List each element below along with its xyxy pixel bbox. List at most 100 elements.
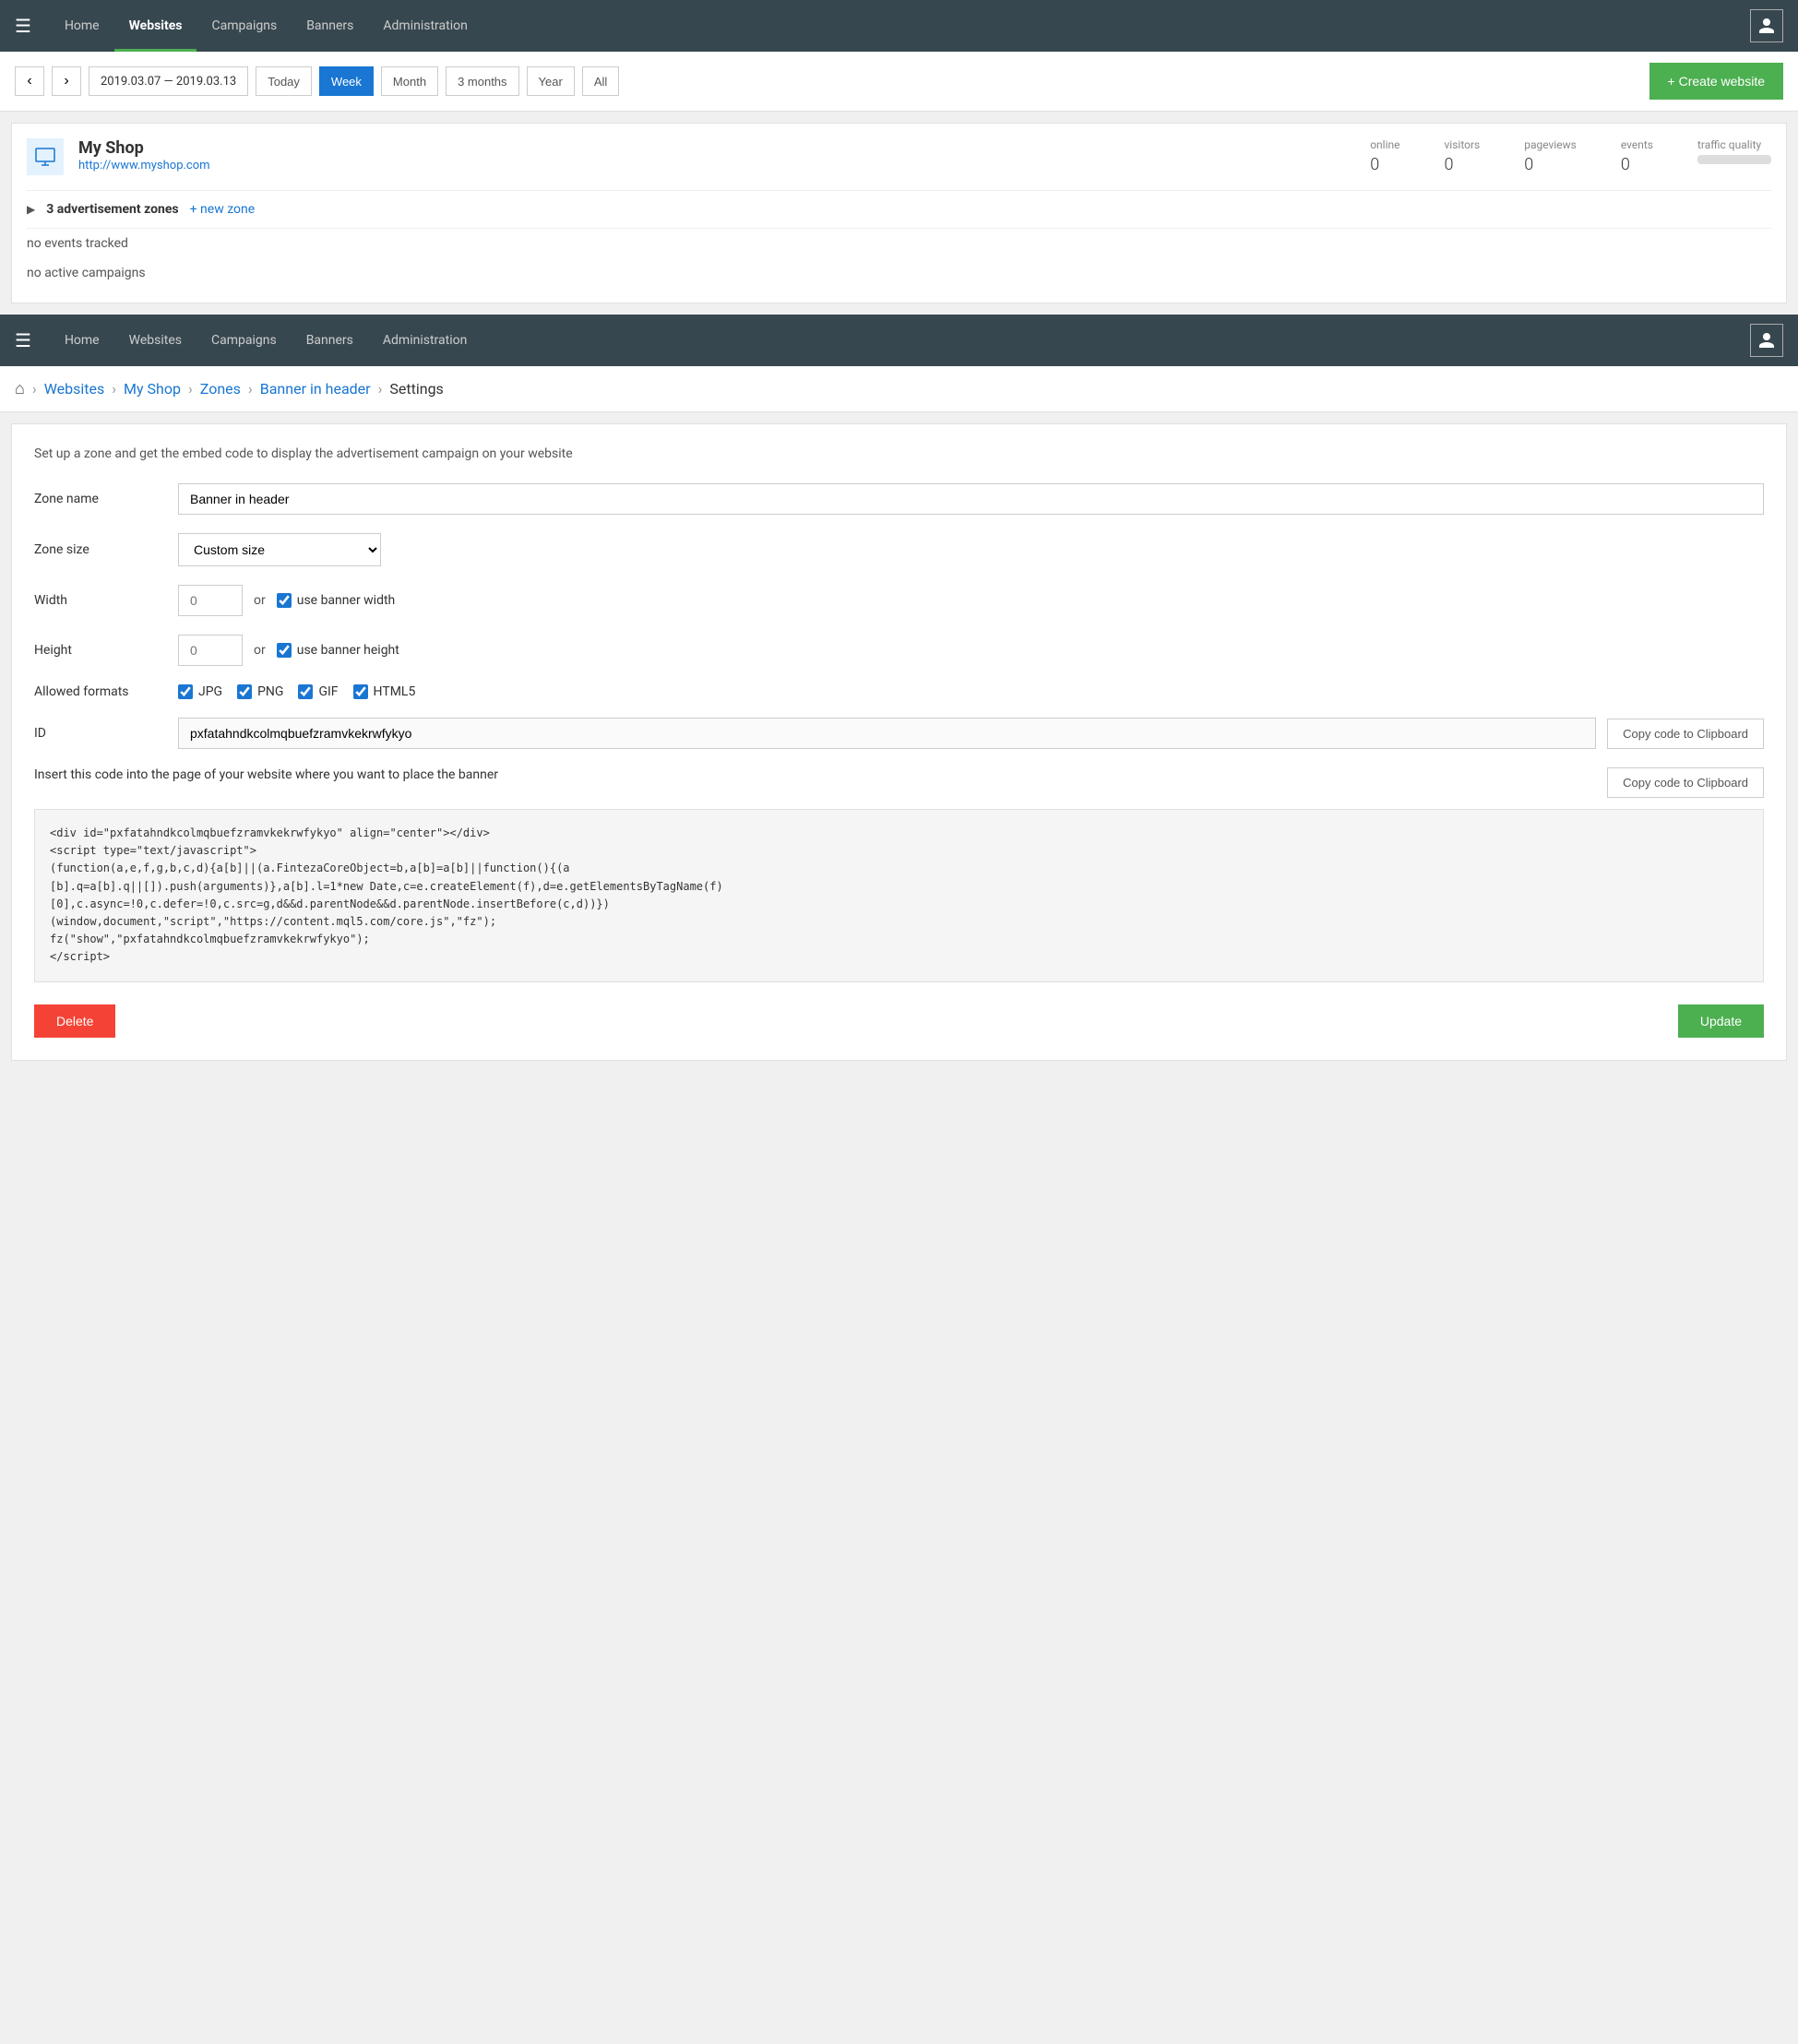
website-icon (27, 138, 64, 175)
nav-links-2: Home Websites Campaigns Banners Administ… (50, 315, 1750, 366)
nav-banners-1[interactable]: Banners (292, 0, 368, 52)
format-jpg-checkbox[interactable] (178, 684, 193, 699)
website-panel: My Shop http://www.myshop.com online 0 v… (11, 123, 1787, 303)
height-input[interactable] (178, 635, 243, 666)
website-name: My Shop (78, 138, 1304, 158)
zone-size-select[interactable]: Custom size Standard size (178, 533, 381, 566)
use-banner-width-checkbox[interactable] (277, 593, 292, 608)
width-or: or (254, 593, 266, 608)
no-events-row: no events tracked (27, 229, 1771, 258)
format-gif: GIF (298, 684, 338, 699)
sep-2: › (112, 380, 116, 398)
zone-name-label: Zone name (34, 492, 163, 506)
stat-traffic-label: traffic quality (1697, 138, 1771, 151)
height-row: Height or use banner height (34, 635, 1764, 666)
form-description: Set up a zone and get the embed code to … (34, 446, 1764, 461)
nav-administration-2[interactable]: Administration (368, 315, 482, 366)
use-banner-width-label: use banner width (277, 593, 396, 608)
delete-button[interactable]: Delete (34, 1004, 115, 1038)
id-input[interactable] (178, 718, 1596, 749)
stat-online: online 0 (1370, 138, 1399, 174)
all-button[interactable]: All (582, 66, 619, 96)
website-row: My Shop http://www.myshop.com online 0 v… (27, 138, 1771, 191)
website-url[interactable]: http://www.myshop.com (78, 159, 210, 172)
year-button[interactable]: Year (527, 66, 575, 96)
nav-administration-1[interactable]: Administration (368, 0, 482, 52)
nav-banners-2[interactable]: Banners (292, 315, 368, 366)
profile-icon-2[interactable] (1750, 324, 1783, 357)
stat-events: events 0 (1621, 138, 1653, 174)
zone-size-label: Zone size (34, 542, 163, 557)
breadcrumb-websites[interactable]: Websites (44, 380, 105, 398)
expand-icon[interactable]: ▶ (27, 203, 35, 216)
create-website-button[interactable]: + Create website (1649, 63, 1783, 100)
nav-campaigns-1[interactable]: Campaigns (196, 0, 292, 52)
copy-embed-button[interactable]: Copy code to Clipboard (1607, 767, 1764, 798)
stat-events-label: events (1621, 138, 1653, 151)
navbar-2: ☰ Home Websites Campaigns Banners Admini… (0, 315, 1798, 366)
zones-label: 3 advertisement zones (46, 202, 178, 217)
code-block: <div id="pxfatahndkcolmqbuefzramvkekrwfy… (34, 809, 1764, 982)
format-gif-text: GIF (318, 684, 338, 699)
width-input[interactable] (178, 585, 243, 616)
breadcrumb: ⌂ › Websites › My Shop › Zones › Banner … (0, 366, 1798, 412)
new-zone-link[interactable]: + new zone (190, 202, 256, 217)
nav-home-1[interactable]: Home (50, 0, 114, 52)
format-gif-checkbox[interactable] (298, 684, 313, 699)
stat-events-value: 0 (1621, 155, 1653, 174)
nav-home-2[interactable]: Home (50, 315, 114, 366)
format-png-checkbox[interactable] (237, 684, 252, 699)
week-button[interactable]: Week (319, 66, 374, 96)
date-range: 2019.03.07 — 2019.03.13 (89, 66, 248, 96)
month-button[interactable]: Month (381, 66, 438, 96)
width-size-row: or use banner width (178, 585, 395, 616)
menu-icon-2[interactable]: ☰ (15, 329, 31, 351)
breadcrumb-zones[interactable]: Zones (200, 380, 241, 398)
stat-visitors-label: visitors (1444, 138, 1480, 151)
width-row: Width or use banner width (34, 585, 1764, 616)
use-banner-height-text: use banner height (297, 643, 399, 658)
format-html5: HTML5 (353, 684, 416, 699)
id-label: ID (34, 726, 163, 741)
ad-zones-row: ▶ 3 advertisement zones + new zone (27, 191, 1771, 229)
stat-visitors-value: 0 (1444, 155, 1480, 174)
next-button[interactable]: › (52, 66, 81, 96)
breadcrumb-banner[interactable]: Banner in header (260, 380, 371, 398)
format-html5-checkbox[interactable] (353, 684, 368, 699)
height-size-row: or use banner height (178, 635, 399, 666)
breadcrumb-current: Settings (389, 380, 443, 398)
copy-id-button[interactable]: Copy code to Clipboard (1607, 719, 1764, 749)
profile-icon-1[interactable] (1750, 9, 1783, 42)
nav-campaigns-2[interactable]: Campaigns (196, 315, 292, 366)
embed-desc-row: Insert this code into the page of your w… (34, 767, 1764, 798)
stat-visitors: visitors 0 (1444, 138, 1480, 174)
sep-4: › (248, 380, 253, 398)
home-icon[interactable]: ⌂ (15, 379, 25, 398)
format-jpg: JPG (178, 684, 222, 699)
nav-links-1: Home Websites Campaigns Banners Administ… (50, 0, 1750, 52)
nav-websites-1[interactable]: Websites (114, 0, 197, 52)
nav-websites-2[interactable]: Websites (114, 315, 196, 366)
months-button[interactable]: 3 months (446, 66, 518, 96)
sep-3: › (188, 380, 193, 398)
height-label: Height (34, 643, 163, 658)
breadcrumb-myshop[interactable]: My Shop (124, 380, 181, 398)
zone-name-row: Zone name (34, 483, 1764, 515)
no-campaigns-row: no active campaigns (27, 258, 1771, 288)
menu-icon-1[interactable]: ☰ (15, 15, 31, 37)
zone-size-row: Zone size Custom size Standard size (34, 533, 1764, 566)
formats-row: Allowed formats JPG PNG GIF HTML5 (34, 684, 1764, 699)
width-label: Width (34, 593, 163, 608)
embed-description: Insert this code into the page of your w… (34, 767, 498, 782)
id-input-row: Copy code to Clipboard (178, 718, 1764, 749)
update-button[interactable]: Update (1678, 1004, 1764, 1038)
format-png: PNG (237, 684, 283, 699)
prev-button[interactable]: ‹ (15, 66, 44, 96)
use-banner-height-checkbox[interactable] (277, 643, 292, 658)
use-banner-width-text: use banner width (297, 593, 396, 608)
today-button[interactable]: Today (256, 66, 312, 96)
zone-name-input[interactable] (178, 483, 1764, 515)
top-bar: ‹ › 2019.03.07 — 2019.03.13 Today Week M… (0, 52, 1798, 112)
stat-pageviews-value: 0 (1524, 155, 1577, 174)
format-jpg-text: JPG (198, 684, 222, 699)
